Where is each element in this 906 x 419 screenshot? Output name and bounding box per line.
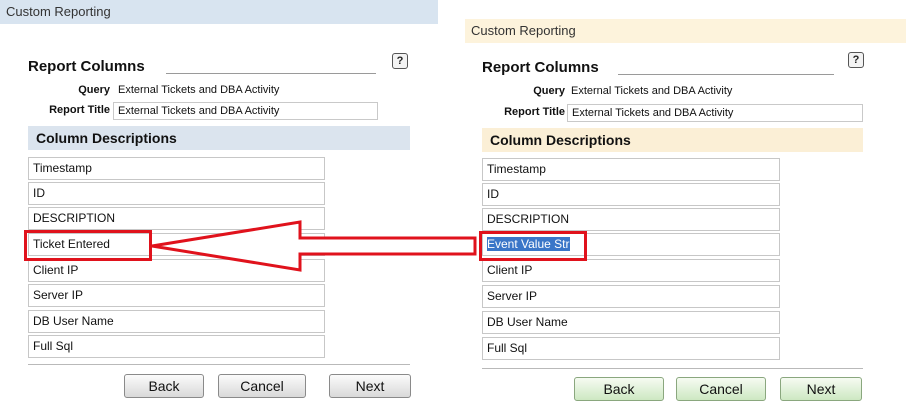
report-title-field[interactable]: External Tickets and DBA Activity	[113, 102, 378, 120]
left-header: Custom Reporting	[0, 0, 438, 24]
back-button[interactable]: Back	[124, 374, 204, 398]
right-panel: Custom Reporting ? Report Columns Query …	[465, 0, 906, 419]
query-label: Query	[533, 85, 565, 97]
report-title-label: Report Title	[504, 106, 565, 118]
back-button[interactable]: Back	[574, 377, 664, 401]
column-row-db-user-name[interactable]: DB User Name	[482, 311, 780, 334]
next-button[interactable]: Next	[329, 374, 411, 398]
next-button[interactable]: Next	[780, 377, 862, 401]
column-row-description[interactable]: DESCRIPTION	[482, 208, 780, 231]
column-row-client-ip[interactable]: Client IP	[482, 259, 780, 282]
column-row-timestamp[interactable]: Timestamp	[482, 158, 780, 181]
report-title-label: Report Title	[49, 104, 110, 116]
column-row-server-ip[interactable]: Server IP	[482, 285, 780, 308]
column-row-timestamp[interactable]: Timestamp	[28, 157, 325, 180]
column-row-id[interactable]: ID	[28, 182, 325, 205]
column-row-description[interactable]: DESCRIPTION	[28, 207, 325, 230]
column-descriptions-heading: Column Descriptions	[28, 126, 410, 150]
column-row-server-ip[interactable]: Server IP	[28, 284, 325, 307]
button-separator	[28, 364, 410, 365]
column-row-id[interactable]: ID	[482, 183, 780, 206]
report-title-field[interactable]: External Tickets and DBA Activity	[567, 104, 863, 122]
left-panel: Custom Reporting ? Report Columns Query …	[0, 0, 438, 419]
highlight-box-ticket-entered	[24, 230, 152, 261]
query-value: External Tickets and DBA Activity	[571, 85, 733, 97]
column-descriptions-heading: Column Descriptions	[482, 128, 863, 152]
section-divider	[618, 74, 834, 75]
help-icon[interactable]: ?	[848, 52, 864, 68]
column-row-client-ip[interactable]: Client IP	[28, 259, 325, 282]
query-value: External Tickets and DBA Activity	[118, 84, 280, 96]
button-separator	[482, 368, 863, 369]
right-header: Custom Reporting	[465, 19, 906, 43]
column-row-full-sql[interactable]: Full Sql	[482, 337, 780, 360]
report-columns-title: Report Columns	[482, 59, 599, 76]
report-columns-title: Report Columns	[28, 58, 145, 75]
section-divider	[166, 73, 376, 74]
column-row-full-sql[interactable]: Full Sql	[28, 335, 325, 358]
help-icon[interactable]: ?	[392, 53, 408, 69]
query-label: Query	[78, 84, 110, 96]
cancel-button[interactable]: Cancel	[218, 374, 306, 398]
column-row-db-user-name[interactable]: DB User Name	[28, 310, 325, 333]
cancel-button[interactable]: Cancel	[676, 377, 766, 401]
highlight-box-event-value-str	[479, 231, 587, 261]
